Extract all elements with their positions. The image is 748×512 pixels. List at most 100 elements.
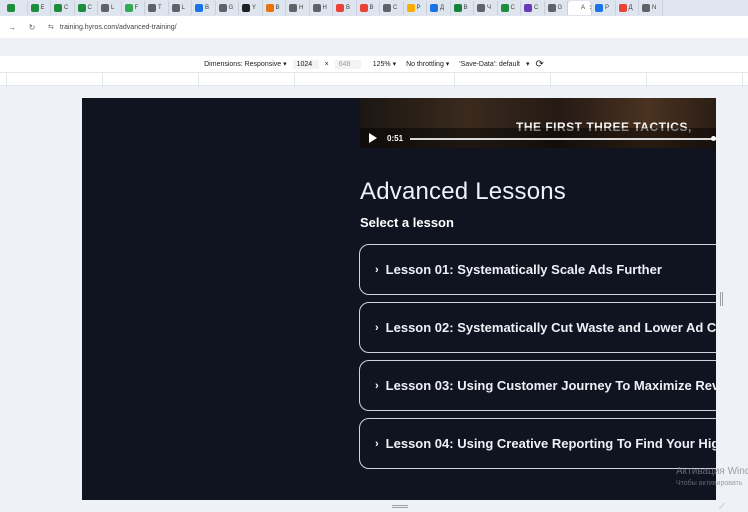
tab-title: Ч [487, 5, 491, 11]
tab-title: G [228, 5, 234, 11]
save-data-caret-icon[interactable]: ▾ [526, 60, 530, 68]
tab-title: Y [252, 5, 257, 11]
browser-tab[interactable]: Ч [474, 1, 498, 15]
tab-title: B [205, 5, 210, 11]
browser-tab[interactable]: C [521, 1, 545, 15]
tab-title: A [581, 5, 586, 11]
resize-corner-icon[interactable]: ⟋ [719, 502, 725, 512]
browser-tab[interactable]: C [498, 1, 521, 15]
tab-title: C [534, 5, 539, 11]
forward-button[interactable]: → [6, 23, 18, 32]
width-input[interactable]: 1024 [292, 59, 319, 69]
browser-tab[interactable]: Д [427, 1, 451, 15]
tab-title: L [111, 5, 115, 11]
tab-favicon-icon [312, 4, 321, 12]
viewport-resize-handle[interactable] [720, 292, 723, 306]
tab-title: B [463, 5, 468, 11]
site-info-icon[interactable]: ⇆ [48, 23, 54, 31]
browser-tab[interactable]: N [639, 1, 663, 15]
lesson-item-03[interactable]: › Lesson 03: Using Customer Journey To M… [359, 360, 716, 411]
browser-tab[interactable]: H [310, 1, 333, 15]
video-player[interactable]: THE FIRST THREE TACTICS, 0:51 [360, 98, 716, 148]
ruler-divider [454, 73, 455, 87]
browser-tab[interactable]: T [145, 1, 169, 15]
video-time: 0:51 [387, 133, 404, 143]
ruler-divider [102, 73, 103, 87]
browser-tab[interactable]: C [380, 1, 404, 15]
tab-title: L [181, 5, 185, 11]
save-data-select[interactable]: 'Save-Data': default [459, 61, 520, 68]
browser-tab[interactable]: C [75, 1, 98, 15]
zoom-select[interactable]: 125% ▾ [373, 60, 396, 68]
browser-tab[interactable]: P [404, 1, 427, 15]
play-icon[interactable] [369, 133, 377, 143]
height-input[interactable]: 648 [334, 59, 361, 69]
windows-activation-title: Активация Wind [676, 466, 748, 477]
url-text[interactable]: training.hyros.com/advanced-training/ [60, 24, 177, 31]
viewport-bottom-resize-handle[interactable] [392, 505, 408, 508]
browser-tab[interactable]: B [333, 1, 357, 15]
tab-favicon-icon [359, 4, 368, 12]
ruler-divider [742, 73, 743, 87]
tab-title: B [369, 5, 374, 11]
browser-tab[interactable]: B [263, 1, 286, 15]
lesson-item-01[interactable]: › Lesson 01: Systematically Scale Ads Fu… [359, 244, 716, 295]
address-bar: → ↻ ⇆ training.hyros.com/advanced-traini… [0, 16, 748, 38]
reload-button[interactable]: ↻ [26, 23, 38, 32]
media-query-bar[interactable] [0, 72, 748, 87]
tab-title: B [275, 5, 280, 11]
tab-favicon-icon [430, 4, 438, 12]
browser-tab[interactable]: L [98, 1, 122, 15]
tab-favicon-icon [265, 4, 274, 12]
browser-tab[interactable]: H [286, 1, 310, 15]
tab-favicon-icon [524, 4, 532, 12]
browser-tab[interactable]: B [451, 1, 474, 15]
browser-tab[interactable]: B [357, 1, 380, 15]
tab-title: G [557, 5, 563, 11]
tab-title: B [346, 5, 351, 11]
page-viewport: THE FIRST THREE TACTICS, 0:51 Advanced L… [82, 98, 716, 500]
browser-tab[interactable]: G [216, 1, 239, 15]
tab-title: H [299, 5, 304, 11]
tab-favicon-icon [383, 4, 391, 12]
browser-tab[interactable]: A✕ [568, 1, 592, 15]
ruler-divider [6, 73, 7, 87]
tab-favicon-icon [642, 4, 650, 12]
browser-tab[interactable]: Д [616, 1, 639, 15]
browser-tab[interactable]: L [169, 1, 192, 15]
browser-tab[interactable]: Y [239, 1, 263, 15]
tab-title: T [158, 5, 162, 11]
ruler-divider [198, 73, 199, 87]
browser-tab[interactable]: B [192, 1, 216, 15]
throttling-select[interactable]: No throttling ▾ [406, 60, 449, 68]
dimensions-select[interactable]: Dimensions: Responsive ▾ [204, 60, 287, 68]
device-toolbar: Dimensions: Responsive ▾ 1024 × 648 125%… [0, 56, 748, 72]
browser-tab[interactable] [4, 1, 28, 15]
tab-title: F [134, 5, 139, 11]
lesson-select-label: Select a lesson [360, 215, 454, 230]
video-progress-bar[interactable] [410, 138, 716, 140]
rotate-icon[interactable]: ⟳ [535, 59, 543, 70]
chevron-right-icon: › [375, 321, 379, 334]
tab-favicon-icon [595, 4, 603, 12]
chevron-right-icon: › [375, 263, 379, 276]
tab-title: P [416, 5, 421, 11]
ruler-divider [646, 73, 647, 87]
tab-favicon-icon [7, 4, 15, 12]
tab-favicon-icon [77, 4, 86, 12]
browser-tab[interactable]: E [28, 1, 51, 15]
tab-title: N [652, 5, 657, 11]
lesson-item-04[interactable]: › Lesson 04: Using Creative Reporting To… [359, 418, 716, 469]
tab-favicon-icon [477, 4, 485, 12]
tab-favicon-icon [195, 4, 203, 12]
tab-favicon-icon [124, 4, 133, 12]
tab-favicon-icon [453, 4, 462, 12]
chevron-right-icon: › [375, 437, 379, 450]
browser-tab[interactable]: C [51, 1, 75, 15]
browser-tab[interactable]: P [592, 1, 616, 15]
tab-title: E [40, 5, 45, 11]
browser-tab[interactable]: F [122, 1, 145, 15]
lesson-item-02[interactable]: › Lesson 02: Systematically Cut Waste an… [359, 302, 716, 353]
lesson-label: Lesson 03: Using Customer Journey To Max… [385, 378, 716, 393]
browser-tab[interactable]: G [545, 1, 568, 15]
